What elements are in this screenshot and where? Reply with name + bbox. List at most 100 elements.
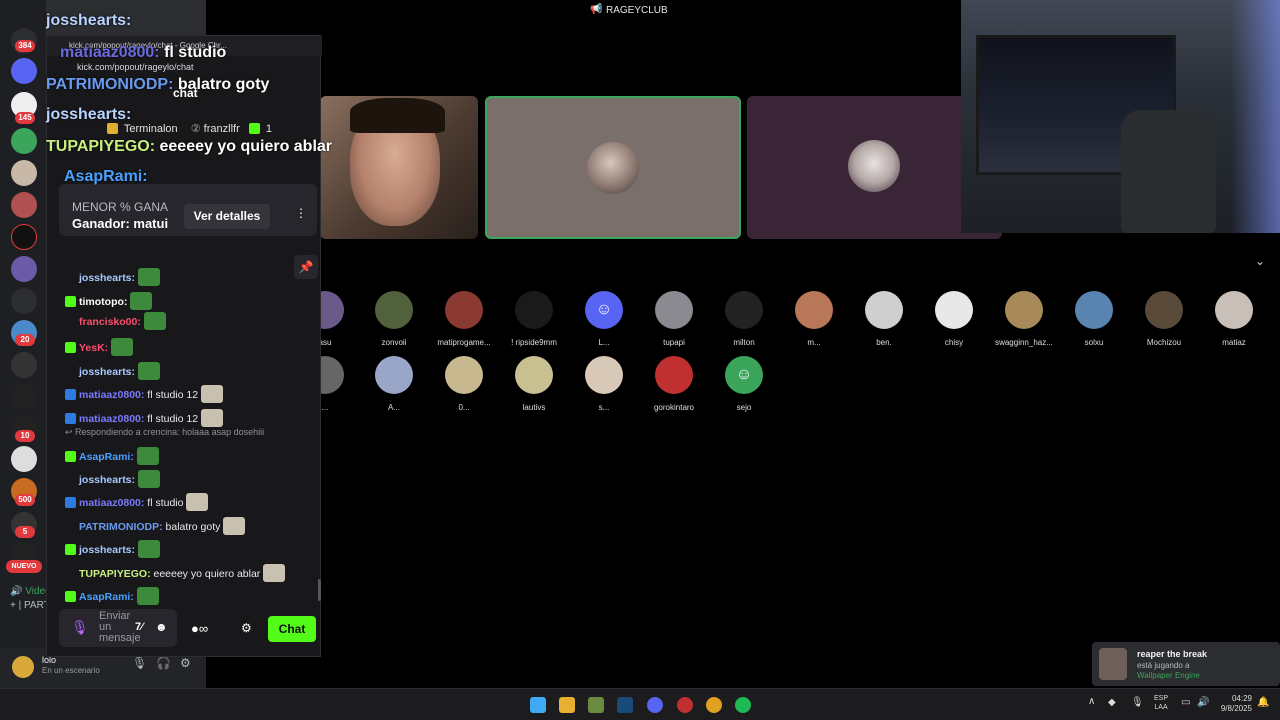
chat-username[interactable]: AsapRami:: [79, 451, 134, 463]
chat-username[interactable]: josshearts:: [79, 272, 135, 284]
participant[interactable]: ! ripside9mm: [499, 291, 569, 347]
user-settings-icon[interactable]: ⚙: [180, 656, 191, 670]
participant-avatar: [1145, 291, 1183, 329]
participant[interactable]: m...: [779, 291, 849, 347]
chat-username[interactable]: YesK:: [79, 342, 108, 354]
microphone-icon[interactable]: 🎙: [71, 619, 89, 636]
send-chat-button[interactable]: Chat: [268, 616, 316, 642]
server-icon-discord[interactable]: [11, 58, 37, 84]
participant[interactable]: ben.: [849, 291, 919, 347]
chat-username[interactable]: timotopo:: [79, 296, 127, 308]
participant[interactable]: zonvoii: [359, 291, 429, 347]
tray-app-icon[interactable]: ◆: [1108, 697, 1116, 708]
video-tile-speaking[interactable]: [485, 96, 741, 239]
view-details-button[interactable]: Ver detalles: [184, 204, 270, 229]
part-channel[interactable]: + | PART: [10, 600, 50, 611]
donor-2[interactable]: franzllfr: [204, 123, 240, 135]
participant[interactable]: ☺ L...: [569, 291, 639, 347]
participant[interactable]: ☺ sejo: [709, 356, 779, 412]
emote-format-icon[interactable]: 7⁄: [135, 621, 143, 633]
spotify-icon[interactable]: [735, 697, 751, 713]
chat-scrollbar[interactable]: [318, 579, 321, 601]
channel-points-icon[interactable]: ●∞: [191, 621, 208, 636]
server-badge-2: 145: [15, 112, 35, 124]
chat-username[interactable]: matiaaz0800:: [79, 413, 144, 425]
participant[interactable]: solxu: [1059, 291, 1129, 347]
overlay-chat-line: TUPAPIYEGO: eeeeey yo quiero ablar: [46, 138, 332, 156]
discord-taskbar-icon[interactable]: [647, 697, 663, 713]
emoji-icon[interactable]: ☻: [155, 620, 168, 634]
chat-username[interactable]: PATRIMONIODP:: [79, 521, 163, 533]
popout-url[interactable]: kick.com/popout/rageylo/chat: [77, 62, 194, 72]
chevron-down-icon[interactable]: ⌄: [1255, 254, 1265, 268]
server-icon-8[interactable]: [11, 288, 37, 314]
notification-game: Wallpaper Engine: [1137, 671, 1200, 680]
server-icon-4[interactable]: [11, 160, 37, 186]
server-icon-10[interactable]: [11, 352, 37, 378]
chat-username[interactable]: josshearts:: [79, 474, 135, 486]
chevron-up-icon[interactable]: ∧: [1088, 696, 1095, 707]
chrome-icon[interactable]: [706, 697, 722, 713]
chat-username[interactable]: francisko00:: [79, 316, 141, 328]
overlay-text: eeeeey yo quiero ablar: [155, 138, 333, 155]
chat-username[interactable]: matiaaz0800:: [79, 497, 144, 509]
volume-icon[interactable]: 🔊: [1197, 697, 1209, 708]
notifications-icon[interactable]: 🔔: [1257, 697, 1269, 708]
participant[interactable]: 0...: [429, 356, 499, 412]
chat-settings-icon[interactable]: ⚙: [241, 621, 252, 635]
chat-message: francisko00:: [65, 312, 166, 330]
participant[interactable]: matiaz: [1199, 291, 1269, 347]
chat-input-box[interactable]: 🎙 Enviar un mensaje 7⁄ ☻: [59, 609, 177, 647]
video-channel[interactable]: 🔊 Video: [10, 586, 51, 597]
participant[interactable]: lautivs: [499, 356, 569, 412]
emote-image: [136, 587, 159, 605]
emote-image: [263, 564, 286, 582]
participant-name: Mochizou: [1146, 338, 1182, 347]
participant[interactable]: s...: [569, 356, 639, 412]
server-icon-6[interactable]: [11, 224, 37, 250]
headphones-icon[interactable]: 🎧: [156, 656, 171, 670]
microphone-icon[interactable]: 🎙: [132, 656, 147, 670]
user-avatar[interactable]: [10, 654, 36, 680]
start-icon[interactable]: [530, 697, 546, 713]
chat-username[interactable]: matiaaz0800:: [79, 389, 144, 401]
participant[interactable]: milton: [709, 291, 779, 347]
app-icon-6[interactable]: [677, 697, 693, 713]
participant[interactable]: matiprogame...: [429, 291, 499, 347]
clock[interactable]: 04:29 9/8/2025: [1218, 694, 1252, 714]
server-icon-7[interactable]: [11, 256, 37, 282]
pin-icon[interactable]: 📌: [294, 255, 318, 279]
network-icon[interactable]: ▭: [1181, 697, 1190, 708]
server-icon-pepe[interactable]: [11, 128, 37, 154]
activity-notification[interactable]: reaper the break está jugando a Wallpape…: [1092, 642, 1280, 686]
server-icon-13[interactable]: [11, 446, 37, 472]
server-icon-11[interactable]: [11, 384, 37, 410]
participant[interactable]: Mochizou: [1129, 291, 1199, 347]
donor-1[interactable]: Terminalon: [124, 123, 178, 135]
participant-avatar: [935, 291, 973, 329]
language-indicator[interactable]: ESP LAA: [1154, 694, 1168, 712]
participant[interactable]: tupapi: [639, 291, 709, 347]
participant[interactable]: A...: [359, 356, 429, 412]
chat-username[interactable]: josshearts:: [79, 366, 135, 378]
chat-input[interactable]: Enviar un mensaje: [99, 611, 141, 644]
chat-username[interactable]: AsapRami:: [79, 591, 134, 603]
participant[interactable]: gorokintaro: [639, 356, 709, 412]
video-tile-1[interactable]: [320, 96, 478, 239]
chat-username[interactable]: josshearts:: [79, 544, 135, 556]
app-icon-3[interactable]: [588, 697, 604, 713]
overlay-chat-line: PATRIMONIODP: balatro goty: [46, 76, 269, 94]
more-options-icon[interactable]: ⋮: [295, 206, 307, 220]
user-badge-icon: [65, 521, 76, 532]
participant-name: A...: [387, 403, 400, 412]
steam-icon[interactable]: [617, 697, 633, 713]
participant[interactable]: swagginn_haz...: [989, 291, 1059, 347]
tray-mic-icon[interactable]: 🎙: [1131, 697, 1144, 708]
overlay-text: balatro goty: [173, 76, 270, 93]
participant[interactable]: chisy: [919, 291, 989, 347]
server-icon-5[interactable]: [11, 192, 37, 218]
file-explorer-icon[interactable]: [559, 697, 575, 713]
chat-username[interactable]: TUPAPIYEGO:: [79, 568, 151, 580]
participant-name: 0...: [458, 403, 470, 412]
overlay-username: TUPAPIYEGO:: [46, 138, 156, 155]
